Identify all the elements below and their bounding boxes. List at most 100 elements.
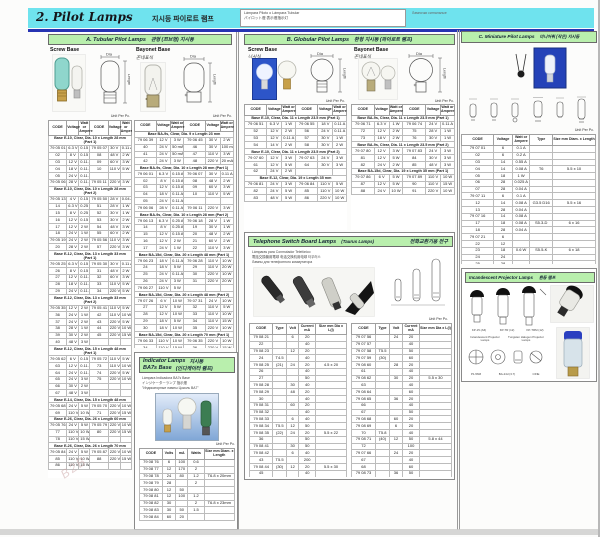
table-cell: 79 05 11 [90, 179, 108, 186]
table-cell: 24 [250, 355, 273, 362]
table-row: 4048 V3 W [49, 339, 132, 346]
table-group-header: Base E-12, Clear, Dia. 13 x Length 33 mm… [49, 295, 132, 305]
table-cell [376, 443, 390, 450]
table-row: 79 08 3240 [250, 409, 347, 416]
table-cell: 79 06 23 [135, 258, 157, 265]
table-cell [553, 179, 596, 186]
table-cell: 5.5 x 30 [420, 375, 452, 382]
column-header: CODE [403, 105, 426, 116]
table-cell: 40 [299, 450, 315, 457]
table-cell: 0.11 A [79, 288, 90, 295]
table-cell: 68 [352, 464, 376, 471]
table-row: 79 08 6460 [352, 389, 452, 396]
table-row: 17180.08 AS5.3-D6 x 16 [462, 220, 596, 227]
column-header: Type [376, 324, 390, 335]
table-cell [553, 254, 596, 261]
table-cell [315, 389, 346, 396]
table-cell [376, 402, 390, 409]
table-cell [273, 375, 287, 382]
table-cell: 52 [245, 128, 267, 135]
table-cell: 40 [135, 144, 157, 151]
table-cell: 79 06 35 [184, 338, 206, 345]
table-row: 05181 W [462, 173, 596, 180]
indicator-subtitle: BA7s Base [143, 365, 172, 372]
table-row: 79 06 516.3 V1 W79 06 5518 V0.11 A [245, 121, 347, 128]
table-row: 2918 V5 W34110 V15 W [135, 318, 234, 325]
table-cell: 18 V [156, 264, 170, 271]
table-cell: 55 [90, 230, 108, 237]
table-cell: 2 W [171, 238, 184, 245]
projector-title-korean: 환등 램프 [539, 275, 556, 281]
table-cell: 90 [403, 181, 426, 188]
table-cell [420, 443, 452, 450]
table-cell: 71 [90, 410, 108, 417]
table-cell: 5 W [120, 356, 131, 363]
table-cell: 79 05 56 [90, 237, 108, 244]
table-cell [204, 507, 234, 514]
table-cell [176, 480, 188, 487]
table-cell: 3 W [171, 137, 184, 144]
table-group-header-row: Base E-12, Clear, Dia. 13 x Length 33 mm… [49, 295, 132, 305]
table-cell: 8 V [156, 224, 170, 231]
table-cell: 12 V [374, 148, 389, 155]
table-row: 0524 V0.11 A [49, 173, 132, 180]
table-cell: 40 [299, 396, 315, 403]
table-cell: 220 V [318, 195, 333, 202]
table-cell: 24 V [426, 121, 441, 128]
table-cell: 61 [352, 368, 376, 375]
column-header: Voltage [67, 121, 79, 136]
projector-caption-2: Tungsten Halogen Projector Lamps [506, 336, 546, 343]
table-cell: 3 W [79, 376, 90, 383]
table-cell: 80 [90, 429, 108, 436]
table-cell: 03 [462, 159, 494, 166]
table-row: 1612 V2 W2160 V2 W [135, 238, 234, 245]
table-cell [376, 362, 390, 369]
table-cell: 30 V [67, 383, 79, 390]
table-cell: 3 W [441, 162, 455, 169]
table-cell: 63 [49, 363, 67, 370]
table-cell: 79 07 59 [352, 355, 376, 362]
table-cell: (30) [376, 355, 390, 362]
table-row: 79 05 256.3 V0.15 A79 05 3030 V0.11 A [49, 261, 132, 268]
table-cell [315, 375, 346, 382]
table-cell: 79 07 56 [352, 334, 376, 341]
globular-screw-bulb-photo [252, 58, 298, 100]
table-cell: 79 08 79 [140, 480, 163, 487]
table-row: 79 08 71(40)12505.8 x 44 [352, 436, 452, 443]
table-cell: 81 [352, 155, 375, 162]
table-cell: 3 W [333, 162, 347, 169]
table-row: 79 05 6824 V5 W79 05 70220 V10 W [49, 403, 132, 410]
table-cell [420, 334, 452, 341]
table-cell: 110 V [206, 318, 220, 325]
indicator-subtitle-korean: (인디케이터 램프) [176, 365, 213, 372]
header-info-russian: Лампочки сигнальные [412, 11, 447, 15]
table-cell: 79 08 65 [352, 396, 376, 403]
table-cell: 0.04 A [512, 186, 529, 193]
table-cell: 0.1 A [512, 145, 529, 152]
table-cell [553, 186, 596, 193]
table-cell: 30 V [426, 135, 441, 142]
table-row: 79 08 21620 [250, 334, 347, 341]
table-cell: 28 [135, 311, 157, 318]
column-header: CODE [135, 121, 157, 132]
table-cell: 40 [299, 355, 315, 362]
table-cell: 6 V [156, 298, 170, 305]
table-cell: 10 W [220, 271, 233, 278]
table-cell [376, 457, 390, 464]
table-cell: 40 [403, 382, 420, 389]
table-cell [420, 355, 452, 362]
column-header: Volts [162, 449, 175, 460]
table-cell: 58 [295, 142, 317, 149]
table-cell: 12 [390, 436, 403, 443]
table-cell: 27 [135, 304, 157, 311]
table-cell: 79 05 07 [90, 145, 108, 152]
table-cell: 10 W [171, 298, 184, 305]
table-cell: 28 V [426, 128, 441, 135]
table-row: 79 06 3912 V3 W79 06 4530 V2 W [135, 137, 234, 144]
table-row: 07280.04 A [462, 186, 596, 193]
table-cell: 79 06 18 [184, 218, 206, 225]
table-cell: 60 [403, 464, 420, 471]
table-cell: 0.25 A [171, 224, 184, 231]
table-cell: 24 V [374, 162, 389, 169]
table-cell: 83 [245, 195, 267, 202]
